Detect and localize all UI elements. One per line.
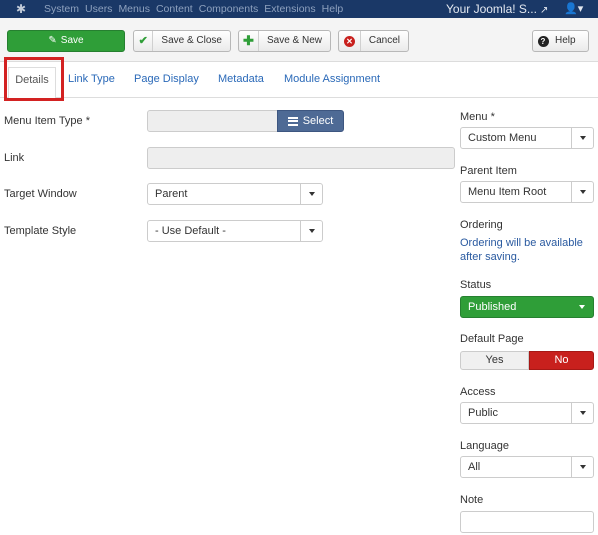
link-label: Link (4, 152, 25, 164)
chevron-down-icon (300, 221, 322, 241)
parent-item-select[interactable]: Menu Item Root (460, 181, 594, 203)
template-style-label: Template Style (4, 225, 77, 237)
help-label: Help (555, 35, 576, 46)
chevron-down-icon (571, 457, 593, 477)
menu-users[interactable]: Users (85, 3, 112, 15)
default-page-toggle: Yes No (460, 351, 594, 370)
status-select[interactable]: Published (460, 296, 594, 318)
ordering-label: Ordering (460, 219, 503, 231)
admin-menu: System Users Menus Content Components Ex… (44, 0, 343, 18)
help-button[interactable]: ? Help (532, 30, 589, 52)
site-name: Your Joomla! S... (446, 2, 537, 16)
default-page-yes[interactable]: Yes (460, 351, 529, 370)
cancel-label: Cancel (368, 35, 400, 46)
tab-details[interactable]: Details (8, 67, 56, 99)
checkmark-icon: ✔ (134, 31, 154, 51)
tab-bar: Details Link Type Page Display Metadata … (0, 62, 598, 99)
default-page-no[interactable]: No (529, 351, 594, 370)
ordering-note: Ordering will be available after saving. (460, 237, 583, 263)
note-label: Note (460, 494, 484, 506)
external-link-icon: ↗ (539, 5, 549, 16)
menu-label: Menu * (460, 111, 495, 123)
menu-extensions[interactable]: Extensions (264, 3, 315, 15)
menu-system[interactable]: System (44, 3, 79, 15)
chevron-down-icon (571, 128, 593, 148)
menu-menus[interactable]: Menus (118, 3, 150, 15)
status-value: Published (468, 301, 517, 313)
menu-item-type-field (147, 110, 278, 132)
cancel-button[interactable]: ✕ Cancel (338, 30, 409, 52)
save-new-button[interactable]: ✚ Save & New (238, 30, 331, 52)
question-icon: ? (533, 31, 553, 51)
select-label: Select (302, 115, 334, 127)
parent-item-value: Menu Item Root (468, 186, 547, 198)
plus-icon: ✚ (239, 31, 259, 51)
menu-help[interactable]: Help (322, 3, 344, 15)
access-select[interactable]: Public (460, 402, 594, 424)
status-label: Status (460, 279, 492, 291)
user-icon[interactable]: 👤▾ (564, 0, 583, 18)
access-value: Public (468, 407, 498, 419)
select-type-button[interactable]: Select (277, 110, 344, 132)
template-style-select[interactable]: - Use Default - (147, 220, 323, 242)
target-window-select[interactable]: Parent (147, 183, 323, 205)
menu-item-type-label: Menu Item Type * (4, 115, 91, 127)
edit-icon: ✎ (48, 35, 57, 46)
chevron-down-icon (571, 297, 593, 317)
toolbar: ✎ Save ✔ Save & Close ✚ Save & New ✕ Can… (0, 18, 598, 62)
parent-item-label: Parent Item (460, 165, 517, 177)
save-label: Save (60, 35, 84, 46)
save-close-label: Save & Close (161, 35, 222, 46)
chevron-down-icon (300, 184, 322, 204)
chevron-down-icon (571, 182, 593, 202)
menu-components[interactable]: Components (199, 3, 259, 15)
language-value: All (468, 461, 481, 473)
tab-link-type[interactable]: Link Type (68, 73, 115, 85)
menu-select[interactable]: Custom Menu (460, 127, 594, 149)
tab-module-assignment[interactable]: Module Assignment (284, 73, 380, 85)
menu-content[interactable]: Content (156, 3, 193, 15)
save-new-label: Save & New (266, 35, 322, 46)
tab-metadata[interactable]: Metadata (218, 73, 264, 85)
cancel-icon: ✕ (339, 31, 361, 51)
default-page-label: Default Page (460, 333, 524, 345)
language-select[interactable]: All (460, 456, 594, 478)
link-field (147, 147, 455, 169)
joomla-logo-icon[interactable]: ✱ (14, 2, 28, 16)
target-window-label: Target Window (4, 188, 77, 200)
chevron-down-icon (571, 403, 593, 423)
access-label: Access (460, 386, 496, 398)
list-icon (287, 116, 298, 126)
target-window-value: Parent (155, 188, 188, 200)
save-button[interactable]: ✎ Save (7, 30, 125, 52)
language-label: Language (460, 440, 509, 452)
menu-value: Custom Menu (468, 132, 537, 144)
save-close-button[interactable]: ✔ Save & Close (133, 30, 231, 52)
site-link[interactable]: Your Joomla! S... ↗ (446, 0, 548, 18)
template-style-value: - Use Default - (155, 225, 226, 237)
tab-page-display[interactable]: Page Display (134, 73, 199, 85)
note-input[interactable] (460, 511, 594, 533)
admin-navbar: ✱ System Users Menus Content Components … (0, 0, 598, 18)
